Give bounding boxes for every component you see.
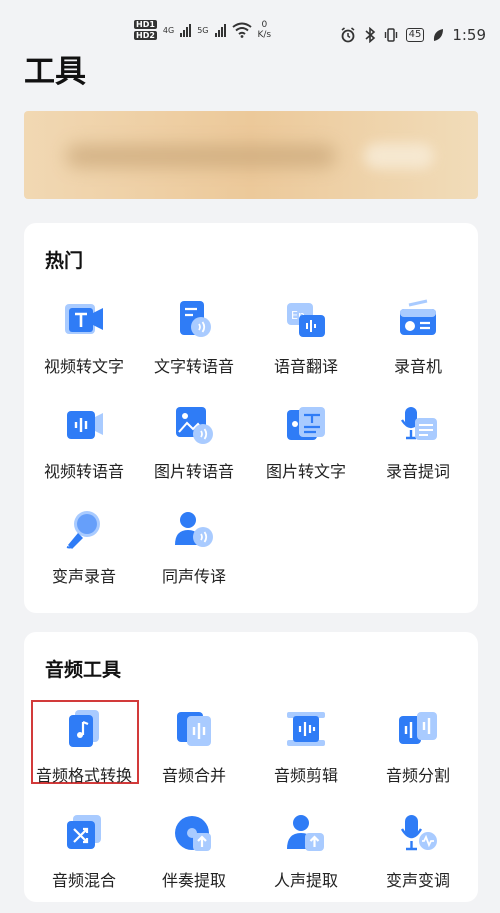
audio-format-convert-icon: [69, 710, 99, 747]
status-bar: HD1 HD2 4G 5G 0 K/s 45 1:59: [0, 0, 500, 48]
accompaniment-extract-icon: [175, 816, 211, 851]
tool-accompaniment-extract[interactable]: 伴奏提取: [138, 813, 250, 913]
tool-video-to-text[interactable]: 视频转文字: [28, 299, 140, 399]
tool-image-to-text[interactable]: 图片转文字: [250, 404, 362, 504]
recorder-icon: [400, 299, 436, 335]
video-to-speech-icon: [67, 411, 103, 439]
section-title-hot: 热门: [45, 250, 84, 272]
audio-split-icon: [399, 712, 437, 744]
network-5g-label: 5G: [197, 25, 209, 35]
promo-banner[interactable]: [24, 111, 478, 199]
status-left: HD1 HD2 4G 5G 0 K/s: [134, 20, 271, 40]
status-right: 45 1:59: [340, 26, 486, 44]
page-title: 工具: [24, 54, 86, 90]
banner-blurred-button: [364, 143, 434, 169]
audio-cut-icon: [287, 712, 325, 746]
battery-indicator: 45: [405, 28, 425, 42]
alarm-icon: [341, 27, 355, 43]
hd-badge: HD1 HD2: [134, 20, 157, 40]
audio-tools-card: 音频工具 音频格式转换 音频合并 音频剪辑 音频分割 音频混合 伴奏提取 人声提…: [24, 632, 478, 902]
tool-voice-pitch-change[interactable]: 变声变调: [362, 813, 474, 913]
video-to-text-icon: [65, 304, 103, 334]
tool-recorder[interactable]: 录音机: [362, 299, 474, 399]
teleprompter-icon: [400, 407, 437, 440]
tool-image-to-speech[interactable]: 图片转语音: [138, 404, 250, 504]
simultaneous-interpretation-icon: [175, 512, 213, 547]
hot-tools-card: 热门 视频转文字 文字转语音 En 语音翻译 录音机 视频转语音 图片转语音 图…: [24, 223, 478, 613]
voice-translate-icon: En: [287, 303, 325, 337]
tool-simultaneous-interpretation[interactable]: 同声传译: [138, 509, 250, 609]
tool-video-to-speech[interactable]: 视频转语音: [28, 404, 140, 504]
audio-merge-icon: [177, 712, 211, 746]
text-to-speech-icon: [180, 301, 211, 337]
section-title-audio: 音频工具: [45, 659, 122, 681]
wifi-icon: [231, 22, 252, 38]
tool-voice-translate[interactable]: En 语音翻译: [250, 299, 362, 399]
tool-audio-split[interactable]: 音频分割: [362, 708, 474, 808]
signal-icon-2: [214, 23, 226, 37]
tool-audio-mix[interactable]: 音频混合: [28, 813, 140, 913]
clock: 1:59: [452, 26, 486, 44]
voice-change-record-icon: [66, 511, 100, 549]
network-speed: 0 K/s: [257, 20, 272, 40]
tool-teleprompter[interactable]: 录音提词: [362, 404, 474, 504]
tool-text-to-speech[interactable]: 文字转语音: [138, 299, 250, 399]
bluetooth-icon: [365, 27, 375, 43]
network-4g-label: 4G: [162, 25, 175, 35]
signal-icon: [180, 23, 192, 37]
tool-audio-cut[interactable]: 音频剪辑: [250, 708, 362, 808]
voice-pitch-change-icon: [400, 815, 437, 851]
tool-audio-merge[interactable]: 音频合并: [138, 708, 250, 808]
audio-mix-icon: [67, 815, 101, 849]
tool-audio-format-convert[interactable]: 音频格式转换: [28, 708, 140, 808]
leaf-icon: [434, 29, 444, 41]
tool-vocal-extract[interactable]: 人声提取: [250, 813, 362, 913]
banner-blurred-text: [66, 145, 336, 167]
image-to-speech-icon: [176, 407, 213, 444]
image-to-text-icon: [287, 407, 325, 440]
vocal-extract-icon: [287, 815, 324, 851]
tool-voice-change-record[interactable]: 变声录音: [28, 509, 140, 609]
vibrate-icon: [384, 28, 397, 42]
